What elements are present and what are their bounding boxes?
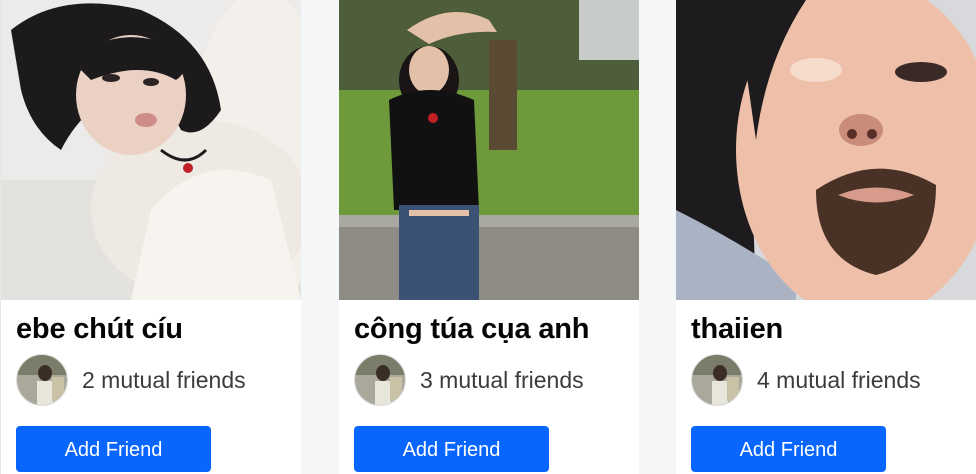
- mutual-friend-avatar: [354, 354, 406, 406]
- suggestion-name[interactable]: thaiien: [691, 313, 783, 346]
- mutual-friends-count[interactable]: 3 mutual friends: [420, 367, 584, 394]
- friend-suggestion-card[interactable]: công túa cụa anh 3 mutual friends Add Fr…: [339, 0, 639, 474]
- friend-suggestion-card[interactable]: ebe chút cíu 2 mutual friends Add Friend: [1, 0, 301, 474]
- profile-photo[interactable]: [1, 0, 301, 300]
- profile-photo[interactable]: [339, 0, 639, 300]
- mutual-friends-count[interactable]: 2 mutual friends: [82, 367, 246, 394]
- people-you-may-know-strip: ebe chút cíu 2 mutual friends Add Friend: [0, 0, 976, 474]
- mutual-friends-row[interactable]: 2 mutual friends: [16, 353, 246, 407]
- mutual-friends-row[interactable]: 3 mutual friends: [354, 353, 584, 407]
- add-friend-button[interactable]: Add Friend: [16, 426, 211, 472]
- profile-photo[interactable]: [676, 0, 976, 300]
- mutual-friends-row[interactable]: 4 mutual friends: [691, 353, 921, 407]
- add-friend-button[interactable]: Add Friend: [354, 426, 549, 472]
- friend-suggestion-card[interactable]: thaiien 4 mutual friends Add Friend: [676, 0, 976, 474]
- mutual-friend-avatar: [691, 354, 743, 406]
- mutual-friend-avatar: [16, 354, 68, 406]
- add-friend-button[interactable]: Add Friend: [691, 426, 886, 472]
- suggestion-name[interactable]: công túa cụa anh: [354, 313, 589, 346]
- suggestion-name[interactable]: ebe chút cíu: [16, 313, 183, 346]
- mutual-friends-count[interactable]: 4 mutual friends: [757, 367, 921, 394]
